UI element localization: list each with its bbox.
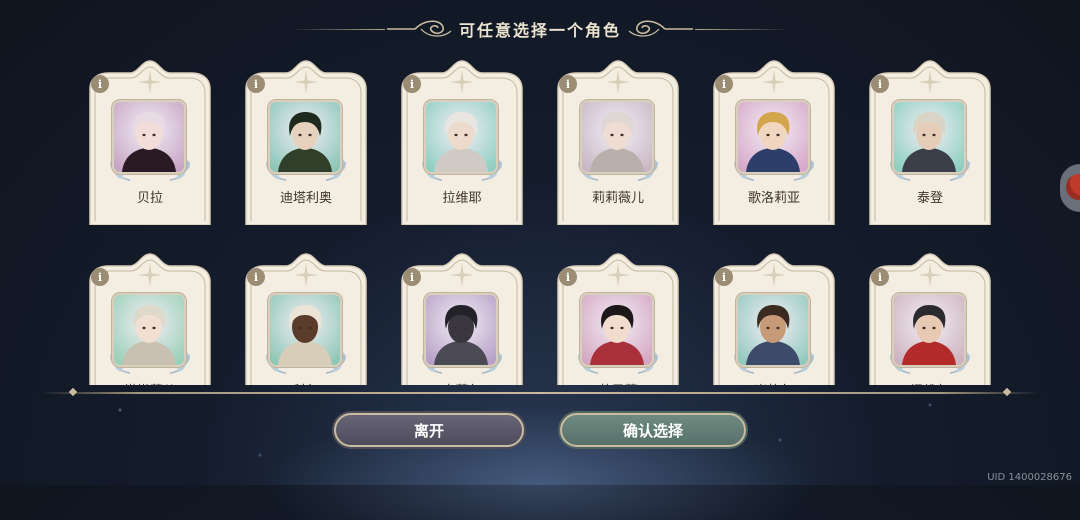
- sparkle-icon: [606, 70, 630, 94]
- character-name: 茉里菲: [554, 380, 682, 385]
- sparkle-icon: [918, 263, 942, 287]
- kol-portrait: [270, 295, 340, 365]
- floor-glow: [240, 400, 840, 520]
- character-card[interactable]: i: [86, 252, 214, 385]
- header-line-right: [695, 28, 791, 30]
- info-icon[interactable]: i: [559, 268, 577, 286]
- side-float-icon: [1066, 174, 1080, 200]
- sparkle-icon: [762, 70, 786, 94]
- info-icon[interactable]: i: [247, 268, 265, 286]
- confirm-selection-button[interactable]: 确认选择: [560, 413, 746, 447]
- header-line-left: [290, 28, 385, 30]
- character-name: 迪塔利奥: [279, 191, 332, 206]
- gloria-portrait: [738, 102, 808, 172]
- character-name: 科尔: [242, 380, 370, 385]
- character-name: 歌洛莉亚: [747, 191, 800, 206]
- lilyvier-portrait: [582, 102, 652, 172]
- character-card[interactable]: i: [866, 252, 994, 385]
- taiden-portrait: [894, 102, 964, 172]
- character-name: 莉莉薇儿: [591, 191, 644, 206]
- info-icon[interactable]: i: [871, 268, 889, 286]
- character-card[interactable]: i: [710, 252, 838, 385]
- leave-button[interactable]: 离开: [334, 413, 524, 447]
- character-name: 卡菲尔: [398, 380, 526, 385]
- bella-portrait: [114, 102, 184, 172]
- character-card[interactable]: i: [86, 59, 214, 225]
- grid-divider: [40, 392, 1040, 394]
- info-icon[interactable]: i: [91, 268, 109, 286]
- character-card[interactable]: i: [398, 252, 526, 385]
- miguel-portrait: [738, 295, 808, 365]
- info-icon[interactable]: i: [559, 75, 577, 93]
- info-icon[interactable]: i: [247, 75, 265, 93]
- character-grid: i 贝拉 i 迪塔利奥 i 拉维耶 i 莉莉薇儿 i 歌洛莉亚 i 泰登 i i…: [0, 55, 1080, 385]
- character-card[interactable]: i: [242, 252, 370, 385]
- character-card[interactable]: i: [242, 59, 370, 225]
- character-name: 泰登: [916, 191, 943, 206]
- tatalier-portrait: [114, 295, 184, 365]
- laviye-portrait: [426, 102, 496, 172]
- sparkle-icon: [918, 70, 942, 94]
- morifi-portrait: [582, 295, 652, 365]
- info-icon[interactable]: i: [871, 75, 889, 93]
- ditalio-portrait: [270, 102, 340, 172]
- character-name: 拉维耶: [442, 191, 482, 206]
- header-flourish-right-icon: [628, 20, 694, 37]
- header-flourish-left-icon: [387, 20, 452, 37]
- character-card[interactable]: i: [554, 252, 682, 385]
- kafir-portrait: [426, 295, 496, 365]
- sparkle-icon: [294, 70, 318, 94]
- character-name: 米格尔: [710, 380, 838, 385]
- character-name: 泽维尔: [866, 380, 994, 385]
- character-card[interactable]: i: [398, 59, 526, 225]
- info-icon[interactable]: i: [91, 75, 109, 93]
- character-card[interactable]: i: [866, 59, 994, 225]
- character-card[interactable]: i: [554, 59, 682, 225]
- sparkle-icon: [450, 70, 474, 94]
- info-icon[interactable]: i: [715, 268, 733, 286]
- uid-label: UID 1400028676: [987, 472, 1072, 483]
- character-name: 贝拉: [136, 191, 163, 206]
- page-header: 可任意选择一个角色: [290, 14, 791, 44]
- page-title: 可任意选择一个角色: [459, 21, 622, 40]
- info-icon[interactable]: i: [715, 75, 733, 93]
- character-card[interactable]: i: [710, 59, 838, 225]
- info-icon[interactable]: i: [403, 75, 421, 93]
- xavier-portrait: [894, 295, 964, 365]
- sparkle-icon: [762, 263, 786, 287]
- sparkle-icon: [138, 263, 162, 287]
- info-icon[interactable]: i: [403, 268, 421, 286]
- sparkle-icon: [450, 263, 474, 287]
- character-name: 塔塔莉儿: [86, 380, 214, 385]
- sparkle-icon: [138, 70, 162, 94]
- sparkle-icon: [294, 263, 318, 287]
- sparkle-icon: [606, 263, 630, 287]
